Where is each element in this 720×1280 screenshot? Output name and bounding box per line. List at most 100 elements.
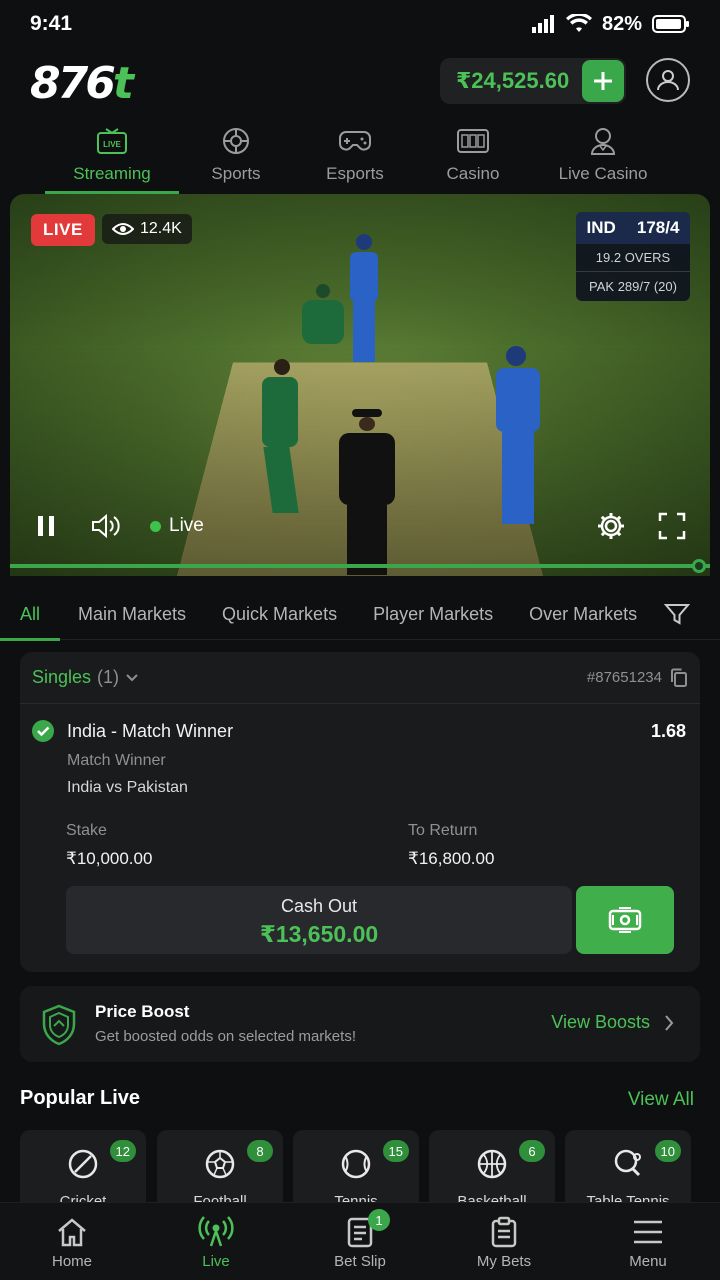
- sport-card-basketball[interactable]: Basketball 6: [429, 1130, 555, 1202]
- nav-label: My Bets: [476, 1253, 532, 1270]
- singles-count: (1): [97, 667, 120, 687]
- sport-card-football[interactable]: Football 8: [157, 1130, 283, 1202]
- viewer-count: 12.4K: [102, 214, 192, 244]
- battery-percent: 82%: [601, 12, 642, 35]
- video-progress-knob[interactable]: [692, 559, 706, 573]
- sport-card-cricket[interactable]: Cricket 12: [20, 1130, 146, 1202]
- tab-label: Sports: [211, 164, 261, 183]
- user-icon: [657, 70, 679, 91]
- nav-menu[interactable]: Menu: [576, 1203, 720, 1280]
- chevron-down-icon: [126, 673, 138, 681]
- live-badge: LIVE: [31, 214, 95, 246]
- tab-label: Casino: [446, 164, 500, 183]
- hamburger-menu-icon: [634, 1220, 662, 1244]
- nav-live[interactable]: Live: [144, 1203, 288, 1280]
- pause-icon: [38, 516, 54, 536]
- live-count-badge: 8: [247, 1140, 273, 1162]
- tab-esports[interactable]: Esports: [305, 118, 405, 194]
- sport-card-table-tennis[interactable]: Table Tennis 10: [565, 1130, 691, 1202]
- live-count-badge: 15: [382, 1140, 409, 1162]
- cashout-button[interactable]: [576, 886, 674, 954]
- stake-label: Stake: [66, 822, 107, 839]
- copy-icon[interactable]: [670, 668, 688, 688]
- deposit-button[interactable]: [582, 60, 624, 102]
- bet-id: #87651234: [587, 668, 688, 688]
- app-header: 876t ₹24,525.60: [0, 54, 720, 110]
- sport-name: Football: [193, 1193, 247, 1202]
- balance-amount: ₹24,525.60: [456, 68, 570, 93]
- boost-title: Price Boost: [95, 1002, 190, 1021]
- fullscreen-button[interactable]: [658, 506, 686, 546]
- filter-button[interactable]: [663, 602, 691, 631]
- football-icon: [205, 1149, 235, 1179]
- sport-name: Cricket: [59, 1193, 107, 1202]
- price-boost-banner[interactable]: Price Boost Get boosted odds on selected…: [20, 986, 700, 1062]
- live-label: Live: [169, 515, 204, 536]
- volume-icon: [92, 513, 120, 539]
- non-striker-figure: [496, 346, 540, 524]
- cashout-panel[interactable]: Cash Out ₹13,650.00: [66, 886, 572, 954]
- sport-name: Basketball: [457, 1193, 527, 1202]
- status-time: 9:41: [30, 12, 73, 35]
- opponent-score: PAK 289/7 (20): [589, 279, 677, 294]
- nav-home[interactable]: Home: [0, 1203, 144, 1280]
- battery-icon: [652, 15, 689, 33]
- category-tabs: LIVE Streaming Sports Esports Casino Liv…: [0, 118, 720, 194]
- fullscreen-icon: [658, 512, 686, 540]
- brand-logo[interactable]: 876t: [30, 58, 134, 109]
- live-stream-player[interactable]: LIVE 12.4K IND 178/4 19.2 OVERS PAK 289/7…: [10, 194, 710, 576]
- singles-label: Singles: [32, 667, 92, 687]
- profile-button[interactable]: [646, 58, 690, 102]
- sport-name: Tennis: [334, 1193, 378, 1202]
- live-indicator: Live: [150, 506, 204, 546]
- tab-over-markets[interactable]: Over Markets: [511, 590, 655, 640]
- logo-text: 876: [30, 58, 116, 109]
- tab-quick-markets[interactable]: Quick Markets: [204, 590, 355, 640]
- check-icon: [32, 720, 54, 742]
- view-boosts-label: View Boosts: [551, 1012, 650, 1032]
- view-all-link[interactable]: View All: [628, 1089, 694, 1111]
- live-tv-icon: LIVE: [97, 128, 127, 154]
- popular-live-title: Popular Live: [20, 1087, 141, 1109]
- slot-machine-icon: [457, 129, 489, 153]
- signal-icon: [531, 15, 554, 33]
- svg-text:LIVE: LIVE: [103, 140, 121, 149]
- eye-icon: [112, 223, 134, 235]
- overs: 19.2 OVERS: [576, 244, 690, 272]
- cashout-label: Cash Out: [280, 896, 358, 916]
- view-boosts-link[interactable]: View Boosts: [551, 1012, 674, 1033]
- balance-pill[interactable]: ₹24,525.60: [440, 58, 626, 104]
- live-broadcast-icon: [198, 1216, 234, 1247]
- bowler-figure: [262, 359, 299, 513]
- nav-bet-slip[interactable]: Bet Slip 1: [288, 1203, 432, 1280]
- tab-live-casino[interactable]: Live Casino: [548, 118, 658, 194]
- nav-my-bets[interactable]: My Bets: [432, 1203, 576, 1280]
- ball-icon: [223, 128, 249, 154]
- bet-slip-badge: 1: [368, 1209, 390, 1231]
- settings-button[interactable]: [596, 506, 626, 546]
- video-controls: Live: [10, 506, 710, 546]
- dealer-icon: [590, 128, 616, 155]
- volume-button[interactable]: [90, 506, 122, 546]
- batsman-figure: [350, 234, 378, 362]
- tab-main-markets[interactable]: Main Markets: [60, 590, 204, 640]
- basketball-icon: [477, 1149, 507, 1179]
- cashout-amount: ₹13,650.00: [259, 921, 379, 947]
- tab-streaming[interactable]: LIVE Streaming: [45, 118, 179, 194]
- sport-card-tennis[interactable]: Tennis 15: [293, 1130, 419, 1202]
- tab-player-markets[interactable]: Player Markets: [355, 590, 511, 640]
- tab-sports[interactable]: Sports: [186, 118, 286, 194]
- selection-odds: 1.68: [650, 721, 686, 741]
- tab-all[interactable]: All: [0, 590, 61, 641]
- viewer-count-text: 12.4K: [140, 220, 182, 237]
- singles-toggle[interactable]: Singles (1): [32, 667, 139, 688]
- video-progress-bar[interactable]: [10, 564, 710, 568]
- status-icons: 82%: [531, 12, 690, 36]
- popular-sports-row: Cricket 12 Football 8 Tennis 15 Basketba…: [20, 1130, 710, 1202]
- gamepad-icon: [339, 131, 371, 151]
- pause-button[interactable]: [36, 506, 56, 546]
- bottom-nav: Home Live Bet Slip 1 My Bets Menu: [0, 1202, 720, 1280]
- tab-casino[interactable]: Casino: [423, 118, 523, 194]
- nav-label: Home: [51, 1253, 92, 1270]
- live-count-badge: 10: [654, 1140, 681, 1162]
